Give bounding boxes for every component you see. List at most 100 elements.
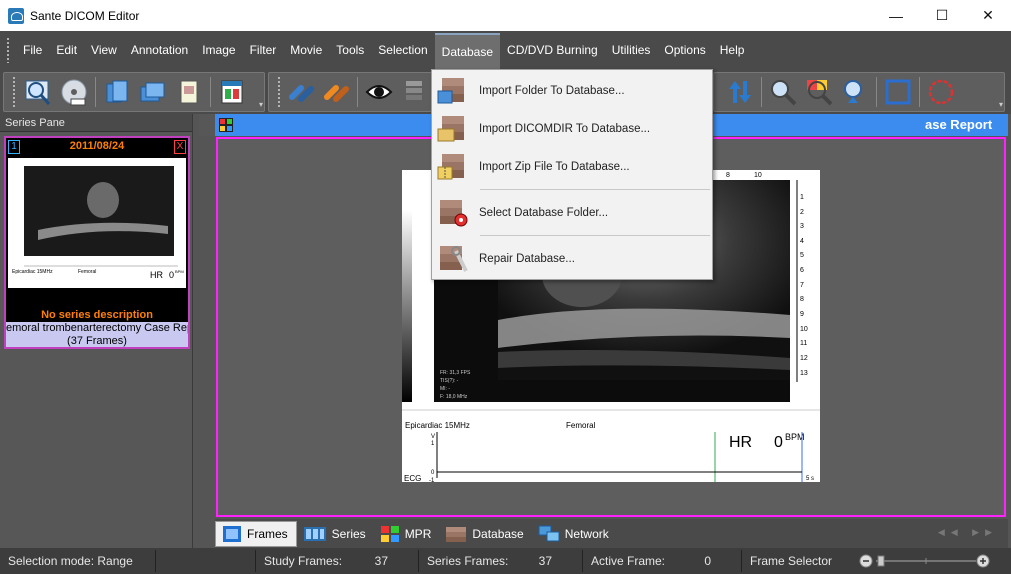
- svg-text:MI: -: MI: -: [440, 386, 450, 392]
- save-button[interactable]: [214, 74, 250, 110]
- menu-repair-database-label: Repair Database...: [479, 253, 575, 265]
- close-button[interactable]: ✕: [965, 0, 1011, 31]
- menu-repair-database[interactable]: Repair Database...: [432, 241, 712, 277]
- process-button[interactable]: [320, 74, 355, 110]
- series-card[interactable]: 2011/08/24 1 X Epicardiac 15MHz Femoral …: [4, 136, 190, 349]
- tab-mpr[interactable]: MPR: [374, 521, 440, 547]
- flip-vertical-button[interactable]: [722, 74, 758, 110]
- arrows-up-down-icon: [729, 81, 751, 103]
- database-stack-icon: [405, 81, 422, 100]
- tab-scroll-arrows-icon[interactable]: ◀◀ ▶▶: [938, 527, 998, 538]
- svg-text:9: 9: [800, 311, 804, 318]
- menu-select-database-folder[interactable]: Select Database Folder...: [432, 195, 712, 231]
- active-frame-status: Active Frame: 0: [583, 550, 742, 572]
- minimize-button[interactable]: —: [873, 0, 919, 31]
- open-file-button[interactable]: [171, 74, 207, 110]
- menu-movie[interactable]: Movie: [283, 31, 329, 69]
- active-frame-label: Active Frame:: [591, 554, 666, 568]
- menu-selection[interactable]: Selection: [371, 31, 434, 69]
- menu-import-folder-label: Import Folder To Database...: [479, 85, 625, 97]
- magnifier-arrows-icon: [844, 80, 862, 103]
- menu-view[interactable]: View: [84, 31, 124, 69]
- database-repair-icon: [440, 246, 468, 272]
- viewer-title: ase Report: [925, 117, 993, 132]
- series-close-button[interactable]: X: [174, 140, 186, 154]
- cd-icon: [61, 79, 87, 106]
- menu-file[interactable]: File: [16, 31, 49, 69]
- series-thumbnail[interactable]: Epicardiac 15MHz Femoral HR 0 BPM: [8, 158, 186, 288]
- tab-database[interactable]: Database: [439, 521, 531, 547]
- series-frame-count: (37 Frames): [67, 335, 127, 347]
- toolbar-group-file: ▾: [3, 72, 265, 112]
- tab-network[interactable]: Network: [532, 521, 617, 547]
- view-tab-bar: Frames Series MPR Database Network ◀◀ ▶▶: [215, 519, 1008, 548]
- frame-selector-label: Frame Selector: [750, 554, 833, 568]
- maximize-button[interactable]: ☐: [919, 0, 965, 31]
- menu-import-dicomdir[interactable]: Import DICOMDIR To Database...: [432, 111, 712, 147]
- open-cd-button[interactable]: [56, 74, 92, 110]
- toolbar-grip-handle[interactable]: [277, 76, 281, 108]
- open-multiple-button[interactable]: [135, 74, 171, 110]
- link-blue-icon: [289, 85, 315, 102]
- menu-select-database-folder-label: Select Database Folder...: [479, 207, 609, 219]
- menu-grip-handle[interactable]: [6, 37, 10, 63]
- zoom-button[interactable]: [765, 74, 801, 110]
- zoom-region-button[interactable]: [801, 74, 837, 110]
- status-bar: Selection mode: Range Study Frames: 37 S…: [0, 548, 1011, 574]
- toolbar-group-view: ▾: [713, 72, 1005, 112]
- anonymize-button[interactable]: [285, 74, 320, 110]
- layout-grid-icon[interactable]: [219, 118, 233, 132]
- status-empty-cell: [156, 550, 256, 572]
- menu-import-zip[interactable]: Import Zip File To Database...: [432, 149, 712, 185]
- toolbar-separator: [919, 77, 920, 107]
- menu-annotation[interactable]: Annotation: [124, 31, 195, 69]
- menu-bar: File Edit View Annotation Image Filter M…: [0, 31, 1011, 69]
- zoom-fit-button[interactable]: [837, 74, 873, 110]
- toolbar-overflow-icon[interactable]: ▾: [259, 100, 263, 109]
- database-toolbar-button[interactable]: [396, 74, 431, 110]
- svg-text:V: V: [431, 434, 435, 440]
- svg-text:8: 8: [726, 172, 730, 179]
- svg-text:10: 10: [754, 172, 762, 179]
- svg-text:2: 2: [800, 209, 804, 216]
- database-folder-gear-icon: [440, 200, 468, 227]
- frame-selector-slider[interactable]: [858, 552, 1008, 570]
- open-folder-button[interactable]: [99, 74, 135, 110]
- series-description: No series description: [41, 309, 153, 321]
- menu-image[interactable]: Image: [195, 31, 242, 69]
- stacked-files-icon: [140, 82, 165, 102]
- tab-frames-label: Frames: [247, 526, 288, 541]
- rectangle-tool-button[interactable]: [880, 74, 916, 110]
- svg-text:5: 5: [800, 252, 804, 259]
- svg-text:13: 13: [800, 370, 808, 377]
- menu-import-folder[interactable]: Import Folder To Database...: [432, 73, 712, 109]
- series-pane: Series Pane 2011/08/24 1 X Epicardiac 15…: [0, 114, 193, 548]
- menu-database[interactable]: Database: [434, 33, 501, 69]
- menu-import-dicomdir-label: Import DICOMDIR To Database...: [479, 123, 651, 135]
- svg-text:6: 6: [800, 267, 804, 274]
- menu-filter[interactable]: Filter: [243, 31, 284, 69]
- tab-frames[interactable]: Frames: [215, 520, 297, 547]
- menu-tools[interactable]: Tools: [329, 31, 371, 69]
- viewer-button[interactable]: [361, 74, 396, 110]
- tab-mpr-label: MPR: [404, 526, 432, 541]
- study-frames-value: 37: [374, 554, 388, 568]
- menu-help[interactable]: Help: [713, 31, 752, 69]
- menu-utilities[interactable]: Utilities: [605, 31, 658, 69]
- toolbar-overflow-icon[interactable]: ▾: [999, 100, 1003, 109]
- toolbar-grip-handle[interactable]: [12, 76, 16, 108]
- menu-options[interactable]: Options: [657, 31, 712, 69]
- tab-series-label: Series: [331, 526, 366, 541]
- svg-text:1: 1: [800, 194, 804, 201]
- menu-edit[interactable]: Edit: [49, 31, 84, 69]
- link-orange-icon: [324, 85, 350, 102]
- tab-series[interactable]: Series: [297, 521, 374, 547]
- svg-text:7: 7: [800, 282, 804, 289]
- svg-text:-1: -1: [429, 478, 435, 482]
- series-thumbnail-image: Epicardiac 15MHz Femoral HR 0 BPM: [8, 158, 186, 288]
- menu-cd-dvd-burning[interactable]: CD/DVD Burning: [500, 31, 605, 69]
- eye-icon: [365, 85, 393, 99]
- ellipse-tool-button[interactable]: [923, 74, 959, 110]
- open-study-button[interactable]: [20, 74, 56, 110]
- frames-icon: [223, 525, 241, 542]
